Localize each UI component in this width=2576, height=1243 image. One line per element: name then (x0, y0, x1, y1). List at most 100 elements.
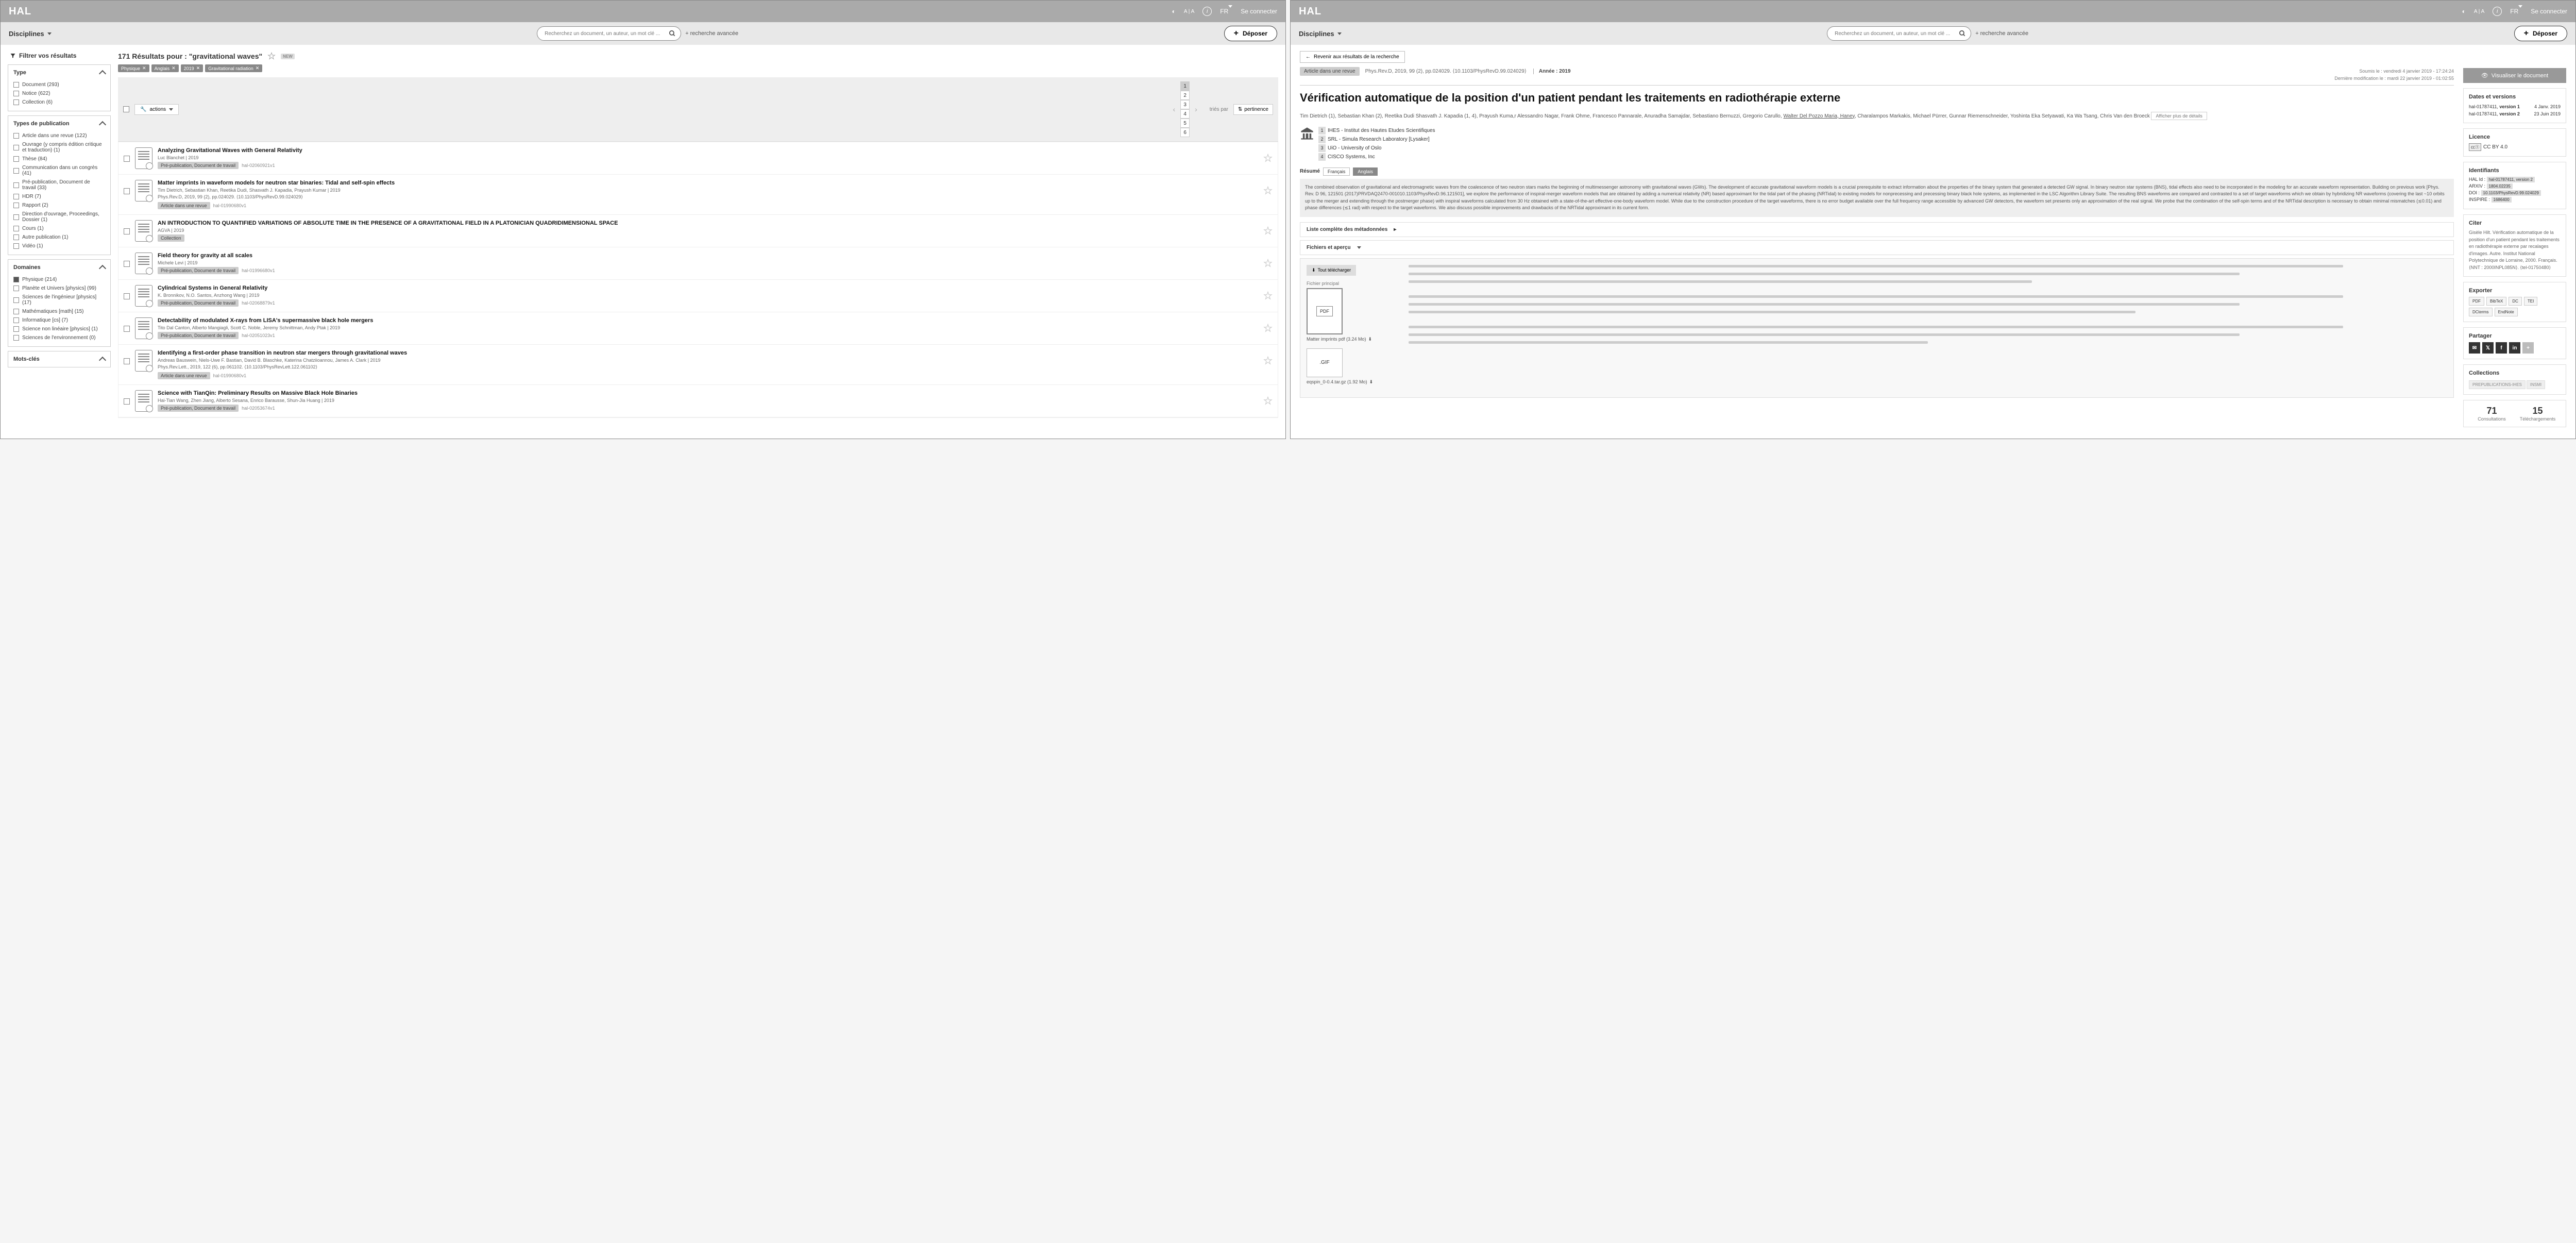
deposit-button[interactable]: +Déposer (1224, 26, 1277, 41)
page-next[interactable]: › (1192, 105, 1200, 113)
result-title[interactable]: Analyzing Gravitational Waves with Gener… (158, 147, 1258, 154)
result-checkbox[interactable] (124, 326, 130, 332)
actions-dropdown[interactable]: 🔧actions (134, 104, 179, 115)
facet-item[interactable]: Collection (6) (13, 98, 105, 107)
result-title[interactable]: Detectability of modulated X-rays from L… (158, 317, 1258, 324)
search-icon[interactable] (669, 30, 676, 37)
page-number[interactable]: 5 (1180, 119, 1190, 128)
info-icon[interactable]: i (1202, 7, 1212, 16)
close-icon[interactable]: ✕ (196, 65, 200, 71)
facet-item[interactable]: Mathématiques [math] (15) (13, 307, 105, 316)
download-icon[interactable]: ⬇ (1369, 379, 1374, 385)
filter-chip[interactable]: Physique✕ (118, 64, 149, 72)
collection-tag[interactable]: PREPUBLICATIONS-IHES (2469, 380, 2526, 389)
document-icon[interactable] (135, 220, 152, 242)
archive-thumbnail[interactable]: .GIF (1307, 348, 1343, 377)
result-checkbox[interactable] (124, 261, 130, 267)
facet-item[interactable]: Communication dans un congrès (41) (13, 163, 105, 178)
document-icon[interactable] (135, 317, 152, 339)
lang-tab-fr[interactable]: Français (1323, 167, 1350, 176)
lang-select[interactable]: FR (1220, 8, 1232, 15)
facet-item[interactable]: Pré-publication, Document de travail (33… (13, 178, 105, 192)
facet-item[interactable]: Sciences de l'ingénieur [physics] (17) (13, 293, 105, 307)
export-button[interactable]: BibTeX (2486, 297, 2506, 306)
page-prev[interactable]: ‹ (1170, 105, 1178, 113)
text-size-control[interactable]: A | A (1184, 9, 1194, 14)
view-document-button[interactable]: 👁Visualiser le document (2463, 68, 2566, 83)
document-icon[interactable] (135, 390, 152, 412)
page-number[interactable]: 6 (1180, 128, 1190, 137)
facet-item[interactable]: Sciences de l'environnement (0) (13, 333, 105, 342)
page-number[interactable]: 2 (1180, 91, 1190, 100)
deposit-button[interactable]: +Déposer (2514, 26, 2567, 41)
result-title[interactable]: AN INTRODUCTION TO QUANTIFIED VARIATIONS… (158, 220, 1258, 226)
result-title[interactable]: Identifying a first-order phase transiti… (158, 350, 1258, 356)
facet-item[interactable]: Thèse (84) (13, 155, 105, 163)
facet-item[interactable]: Science non linéaire [physics] (1) (13, 325, 105, 333)
document-icon[interactable] (135, 285, 152, 307)
facet-item[interactable]: Informatique [cs] (7) (13, 316, 105, 325)
share-mail[interactable]: ✉ (2469, 342, 2480, 354)
result-checkbox[interactable] (124, 156, 130, 162)
info-icon[interactable]: i (2493, 7, 2502, 16)
disciplines-dropdown[interactable]: Disciplines (9, 30, 52, 38)
share-twitter[interactable]: 𝕏 (2482, 342, 2494, 354)
document-icon[interactable] (135, 147, 152, 169)
login-link[interactable]: Se connecter (1241, 8, 1277, 15)
advanced-search-link[interactable]: + recherche avancée (685, 30, 738, 37)
logo[interactable]: HAL (9, 6, 31, 18)
filter-chip[interactable]: Gravitational radiation✕ (205, 64, 262, 72)
collection-tag[interactable]: INSMI (2527, 380, 2545, 389)
facet-item[interactable]: Autre publication (1) (13, 233, 105, 242)
close-icon[interactable]: ✕ (142, 65, 146, 71)
search-icon[interactable] (1959, 30, 1966, 37)
result-title[interactable]: Science with TianQin: Preliminary Result… (158, 390, 1258, 396)
download-all-button[interactable]: ⬇Tout télécharger (1307, 265, 1356, 276)
result-title[interactable]: Matter imprints in waveform models for n… (158, 180, 1258, 186)
export-button[interactable]: TEI (2524, 297, 2537, 306)
page-number[interactable]: 1 (1180, 81, 1190, 91)
facet-item[interactable]: Ouvrage (y compris édition critique et t… (13, 140, 105, 155)
files-accordion[interactable]: Fichiers et aperçu (1300, 240, 2454, 255)
filter-chip[interactable]: 2019✕ (181, 64, 204, 72)
document-icon[interactable] (135, 180, 152, 201)
document-icon[interactable] (135, 253, 152, 274)
share-linkedin[interactable]: in (2509, 342, 2520, 354)
version-row[interactable]: hal-01787411, version 223 Juin 2019 (2469, 110, 2561, 117)
close-icon[interactable]: ✕ (172, 65, 176, 71)
result-title[interactable]: Cylindrical Systems in General Relativit… (158, 285, 1258, 291)
result-checkbox[interactable] (124, 293, 130, 299)
select-all-checkbox[interactable] (123, 106, 129, 112)
export-button[interactable]: DCterms (2469, 308, 2493, 316)
share-facebook[interactable]: f (2496, 342, 2507, 354)
sort-dropdown[interactable]: ⇅pertinence (1233, 104, 1273, 115)
lang-tab-en[interactable]: Anglais (1353, 167, 1378, 176)
page-number[interactable]: 3 (1180, 100, 1190, 109)
download-icon[interactable]: ⬇ (1368, 337, 1372, 342)
version-row[interactable]: hal-01787411, version 14 Janv. 2019 (2469, 103, 2561, 110)
share-more[interactable]: + (2522, 342, 2534, 354)
star-icon[interactable] (1263, 154, 1273, 163)
star-icon[interactable] (1263, 226, 1273, 236)
author-details-button[interactable]: Afficher plus de détails (2151, 112, 2207, 120)
facet-item[interactable]: Direction d'ouvrage, Proceedings, Dossie… (13, 210, 105, 224)
advanced-search-link[interactable]: + recherche avancée (1975, 30, 2028, 37)
star-icon[interactable] (1263, 324, 1273, 333)
search-input[interactable] (537, 26, 681, 41)
facet-item[interactable]: Cours (1) (13, 224, 105, 233)
lang-select[interactable]: FR (2510, 8, 2522, 15)
facet-item[interactable]: Document (293) (13, 80, 105, 89)
filter-chip[interactable]: Anglais✕ (151, 64, 179, 72)
result-checkbox[interactable] (124, 398, 130, 405)
logo[interactable]: HAL (1299, 6, 1321, 18)
star-icon[interactable] (1263, 259, 1273, 268)
export-button[interactable]: PDF (2469, 297, 2484, 306)
facet-item[interactable]: Notice (622) (13, 89, 105, 98)
export-button[interactable]: EndNote (2495, 308, 2518, 316)
page-number[interactable]: 4 (1180, 109, 1190, 119)
metadata-accordion[interactable]: Liste complète des métadonnées▸ (1300, 222, 2454, 237)
back-button[interactable]: ←Revenir aux résultats de la recherche (1300, 51, 1405, 63)
result-checkbox[interactable] (124, 228, 130, 234)
pdf-thumbnail[interactable]: PDF (1307, 288, 1343, 334)
result-checkbox[interactable] (124, 358, 130, 364)
